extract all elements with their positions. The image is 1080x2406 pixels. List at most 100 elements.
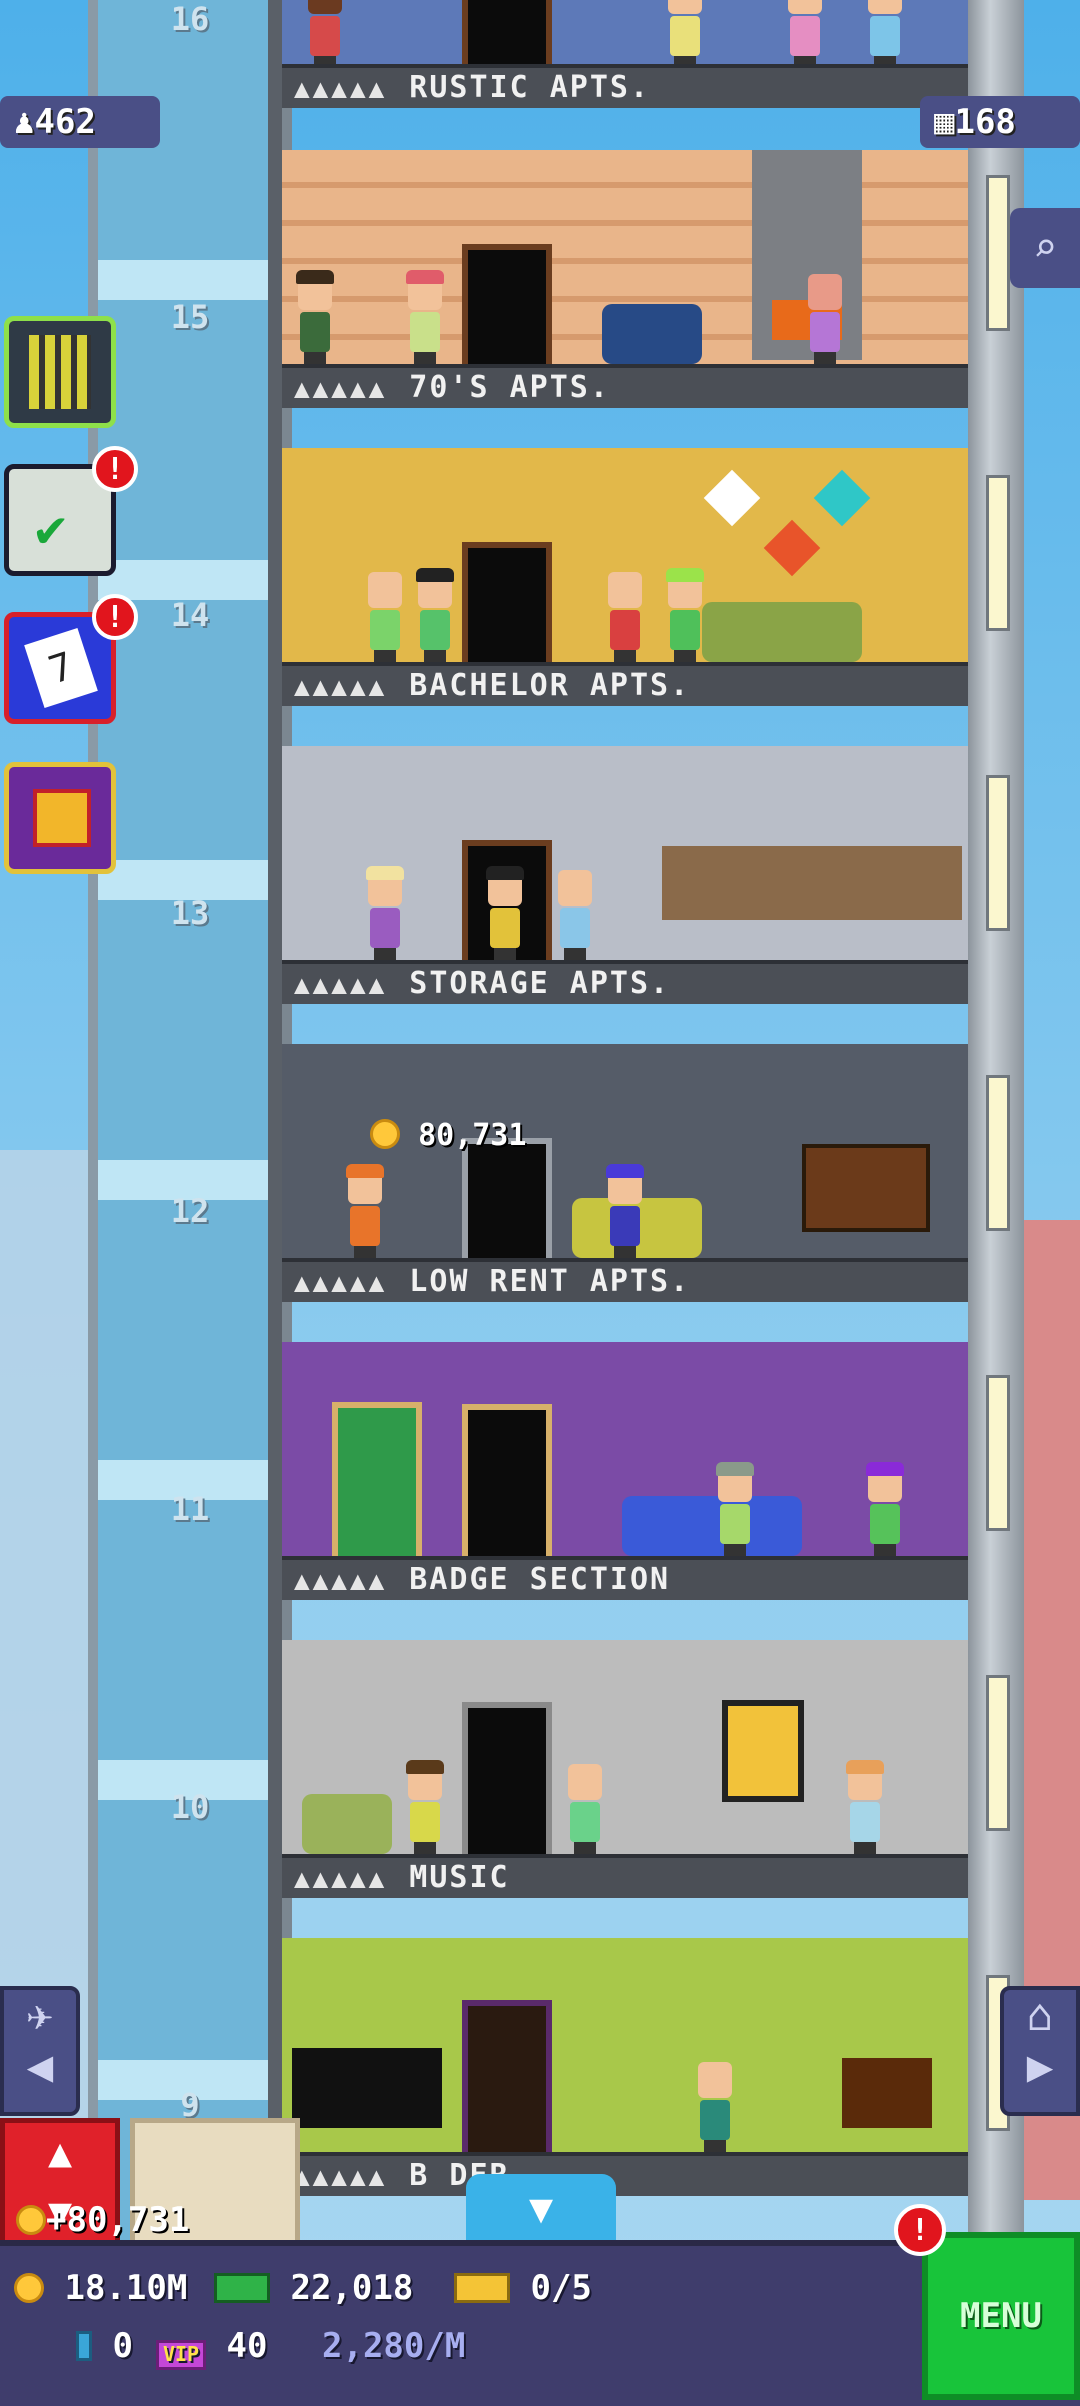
bux-stat: 0 xyxy=(76,2326,133,2366)
elevator-floor-number: 15 xyxy=(170,298,210,336)
coin-amount: 80,731 xyxy=(418,1118,527,1153)
arrow-up-icon: ▲ xyxy=(47,2130,73,2176)
floor-label: ▲▲▲▲▲ STORAGE APTS. xyxy=(282,960,968,1004)
armchair xyxy=(302,1794,392,1854)
arrow-left-icon: ◀ xyxy=(26,2041,54,2092)
tower-window xyxy=(986,175,1010,331)
tenant[interactable] xyxy=(342,1164,386,1258)
coin-popup[interactable]: 80,731 xyxy=(370,1118,526,1153)
door xyxy=(462,0,552,68)
bottom-status-bar xyxy=(0,2240,1080,2406)
tenant[interactable] xyxy=(402,1760,446,1854)
ticket-icon xyxy=(454,2273,510,2303)
tenant[interactable] xyxy=(552,870,596,960)
visit-tower-left-button[interactable]: ✈ ◀ xyxy=(0,1986,80,2116)
calendar-icon: 7 xyxy=(24,627,98,709)
floor-70s-apts[interactable]: ▲▲▲▲▲ 70'S APTS. xyxy=(282,150,968,408)
tenant[interactable] xyxy=(402,270,446,364)
floor-room xyxy=(282,448,968,666)
calendar-notification-badge: ! xyxy=(92,594,138,640)
fireplace xyxy=(842,2058,932,2128)
floor-room xyxy=(282,1342,968,1564)
tenant[interactable] xyxy=(362,572,406,662)
tower-window xyxy=(986,1675,1010,1831)
gift-icon xyxy=(33,789,91,847)
building-icon: ▦ xyxy=(934,102,955,142)
coin-icon xyxy=(14,2273,44,2303)
floor-label: ▲▲▲▲▲ LOW RENT APTS. xyxy=(282,1258,968,1302)
cash-icon xyxy=(214,2273,270,2303)
population-badge[interactable]: ♟462 xyxy=(0,96,160,148)
tenant[interactable] xyxy=(862,1462,906,1556)
floor-music[interactable]: ▲▲▲▲▲ MUSIC xyxy=(282,1640,968,1898)
cash-stat: 22,018 xyxy=(214,2268,413,2308)
elevator-shaft[interactable] xyxy=(88,0,292,2260)
tenant[interactable] xyxy=(302,0,346,68)
elevator-floor-number: 14 xyxy=(170,596,210,634)
floor-badge-section[interactable]: ▲▲▲▲▲ BADGE SECTION xyxy=(282,1342,968,1600)
floor-room xyxy=(282,746,968,964)
build-floor-button[interactable] xyxy=(4,316,116,428)
tenant[interactable] xyxy=(602,1164,646,1258)
tenant[interactable] xyxy=(662,0,706,68)
tenant[interactable] xyxy=(412,568,456,662)
door xyxy=(462,542,552,666)
floor-label: ▲▲▲▲▲ BACHELOR APTS. xyxy=(282,662,968,706)
floor-low-rent-apts[interactable]: 80,731 ▲▲▲▲▲ LOW RENT APTS. xyxy=(282,1044,968,1302)
wall-picture xyxy=(722,1700,804,1802)
tenant[interactable] xyxy=(292,270,336,364)
floor-label: ▲▲▲▲▲ MUSIC xyxy=(282,1854,968,1898)
door xyxy=(462,2000,552,2156)
tv xyxy=(802,1144,930,1232)
scroll-down-button[interactable]: ▼ xyxy=(466,2174,616,2244)
floor-label: ▲▲▲▲▲ BADGE SECTION xyxy=(282,1556,968,1600)
home-right-button[interactable]: ⌂ ▶ xyxy=(1000,1986,1080,2116)
wall-decor xyxy=(763,519,821,577)
piano xyxy=(292,2048,442,2128)
tower-window xyxy=(986,1075,1010,1231)
tenant[interactable] xyxy=(712,1462,756,1556)
tenant[interactable] xyxy=(562,1764,606,1854)
floors-badge[interactable]: ▦168 xyxy=(920,96,1080,148)
door xyxy=(462,1138,552,1262)
tower-window xyxy=(986,475,1010,631)
tenant[interactable] xyxy=(662,568,706,662)
menu-notification-badge: ! xyxy=(894,2204,946,2256)
tenant[interactable] xyxy=(482,866,526,960)
arrow-right-icon: ▶ xyxy=(1026,2041,1054,2092)
tenant[interactable] xyxy=(802,274,846,364)
search-button[interactable]: ⌕ xyxy=(1010,208,1080,288)
missions-notification-badge: ! xyxy=(92,446,138,492)
elevator-floor-number: 12 xyxy=(170,1192,210,1230)
elevator-floor-number: 13 xyxy=(170,894,210,932)
floor-label: ▲▲▲▲▲ B DER xyxy=(282,2152,968,2196)
person-icon: ♟ xyxy=(14,102,35,142)
floor-bottom[interactable]: ▲▲▲▲▲ B DER xyxy=(282,1938,968,2196)
floor-storage-apts[interactable]: ▲▲▲▲▲ STORAGE APTS. xyxy=(282,746,968,1004)
tenant[interactable] xyxy=(842,1760,886,1854)
tenant[interactable] xyxy=(362,866,406,960)
plane-icon: ✈ xyxy=(26,1990,54,2041)
elevator-coins-label: +80,731 xyxy=(16,2200,189,2240)
checklist-icon: ✔ xyxy=(35,499,67,559)
tenant[interactable] xyxy=(692,2062,736,2152)
wall-decor xyxy=(703,469,761,527)
elevator-floor-number: 16 xyxy=(170,0,210,38)
tenant[interactable] xyxy=(782,0,826,68)
floor-label: ▲▲▲▲▲ 70'S APTS. xyxy=(282,364,968,408)
menu-button[interactable]: MENU xyxy=(922,2232,1080,2400)
tenant[interactable] xyxy=(862,0,906,68)
tenant[interactable] xyxy=(602,572,646,662)
floor-room: 80,731 xyxy=(282,1044,968,1262)
bux-icon xyxy=(76,2331,92,2361)
floor-label: ▲▲▲▲▲ RUSTIC APTS. xyxy=(282,64,968,108)
tower-left-wall xyxy=(268,0,282,2260)
floor-rustic-apts[interactable]: ▲▲▲▲▲ RUSTIC APTS. xyxy=(282,0,968,108)
wall-decor xyxy=(813,469,871,527)
floor-room xyxy=(282,0,968,68)
floor-room xyxy=(282,150,968,368)
floor-bachelor-apts[interactable]: ▲▲▲▲▲ BACHELOR APTS. xyxy=(282,448,968,706)
gift-button[interactable] xyxy=(4,762,116,874)
tower-window xyxy=(986,775,1010,931)
coin-icon xyxy=(370,1119,400,1149)
